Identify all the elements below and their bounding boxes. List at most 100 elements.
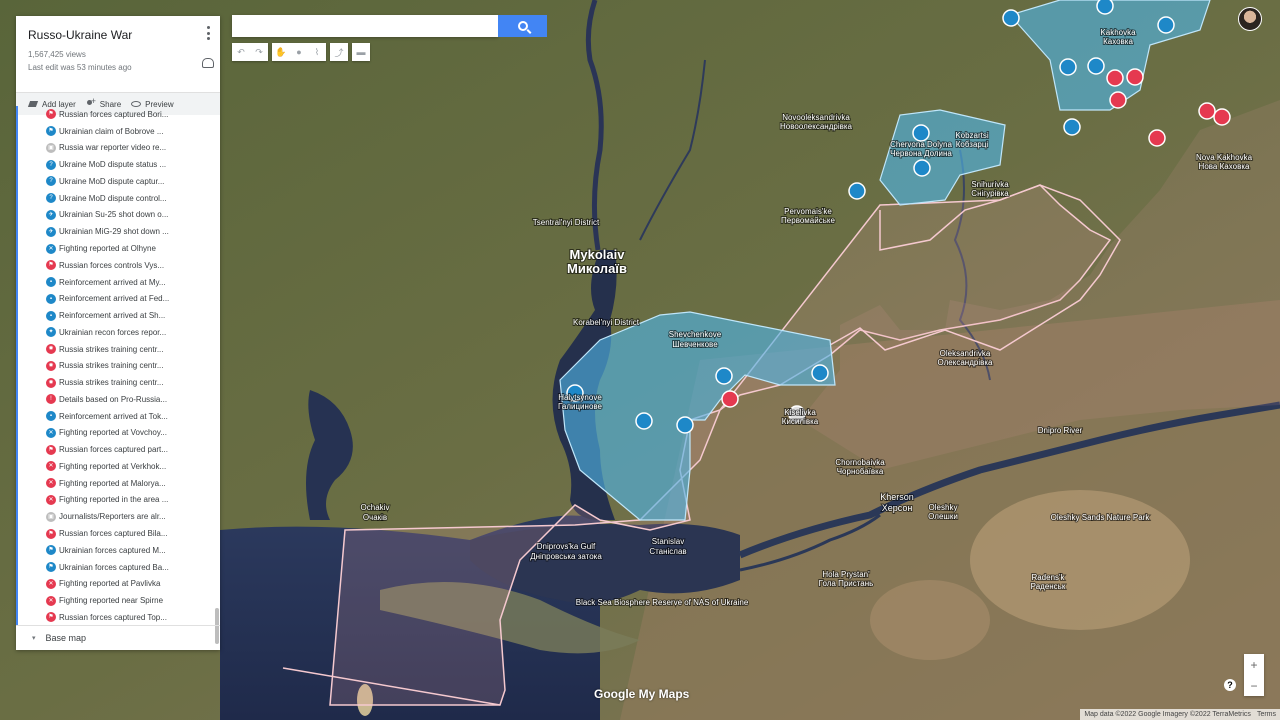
layer-item[interactable]: ✕ Fighting reported at Vovchoy...: [16, 425, 220, 442]
help-button[interactable]: ?: [1224, 679, 1236, 691]
question-icon: ?: [46, 159, 56, 170]
base-map-toggle[interactable]: ▾ Base map: [16, 625, 220, 650]
layer-item-label: Fighting reported at Malorya...: [59, 478, 166, 488]
base-map-label: Base map: [45, 633, 87, 643]
map-label: Kakhovka: [1100, 28, 1136, 37]
layer-item[interactable]: ? Ukraine MoD dispute captur...: [16, 173, 220, 190]
ukraine-marker[interactable]: [1002, 9, 1020, 27]
layer-item[interactable]: ? Ukraine MoD dispute control...: [16, 190, 220, 207]
layer-item[interactable]: ✕ Fighting reported at Verkhok...: [16, 458, 220, 475]
layer-item[interactable]: ▪ Reinforcement arrived at Tok...: [16, 408, 220, 425]
layer-item-label: Reinforcement arrived at Tok...: [59, 411, 168, 421]
russia-marker[interactable]: [1148, 129, 1166, 147]
search-input[interactable]: [232, 15, 498, 37]
layer-item-label: Ukrainian recon forces repor...: [59, 327, 167, 337]
flag-icon: ⚑: [46, 444, 56, 455]
map-label: Миколаїв: [567, 261, 627, 276]
layer-item[interactable]: ✕ Fighting reported near Spirne: [16, 592, 220, 609]
russia-marker[interactable]: [1106, 69, 1124, 87]
map-label: Shevchenkove: [669, 330, 722, 339]
layer-item[interactable]: ✸ Russia strikes training centr...: [16, 341, 220, 358]
swords-icon: ✕: [46, 461, 56, 472]
swords-icon: ✕: [46, 578, 56, 589]
map-label: Дніпровська затока: [530, 552, 602, 561]
map-label: Snihurivka: [971, 180, 1009, 189]
map-label: Radens'k: [1031, 573, 1065, 582]
avatar[interactable]: [1238, 7, 1262, 31]
layer-item[interactable]: ⚑ Russian forces captured Top...: [16, 609, 220, 626]
pan-hand-icon[interactable]: ✋: [272, 43, 290, 61]
layer-item[interactable]: ▣ Russia war reporter video re...: [16, 140, 220, 157]
layer-item[interactable]: ⚑ Ukrainian forces captured Ba...: [16, 559, 220, 576]
google-mymaps-logo: Google My Maps: [594, 687, 690, 701]
layer-list[interactable]: ⚑ Russian forces captured Bori... ⚑ Ukraini…: [16, 106, 220, 626]
zoom-out-button[interactable]: −: [1244, 675, 1264, 696]
layer-item[interactable]: ? Ukraine MoD dispute status ...: [16, 156, 220, 173]
flag-icon: ⚑: [46, 562, 56, 573]
map-attribution: Map data ©2022 Google Imagery ©2022 Terr…: [1080, 709, 1280, 720]
ukraine-marker[interactable]: [811, 364, 829, 382]
map-label: Hola Prystan': [822, 570, 870, 579]
layer-item[interactable]: ⚑ Russian forces controls Vys...: [16, 257, 220, 274]
draw-line-icon[interactable]: ⌇: [308, 43, 326, 61]
terms-link[interactable]: Terms: [1257, 711, 1276, 718]
search-button[interactable]: [498, 15, 547, 37]
redo-button[interactable]: ↷: [250, 43, 268, 61]
more-options-icon[interactable]: [204, 26, 212, 40]
layer-item[interactable]: ⚑ Russian forces captured part...: [16, 441, 220, 458]
ukraine-marker[interactable]: [1157, 16, 1175, 34]
russia-marker[interactable]: [721, 390, 739, 408]
layer-item[interactable]: ✸ Russia strikes training centr...: [16, 374, 220, 391]
russia-marker[interactable]: [1109, 91, 1127, 109]
directions-icon[interactable]: ⤴: [330, 43, 348, 61]
ukraine-marker[interactable]: [676, 416, 694, 434]
ukraine-marker[interactable]: [912, 124, 930, 142]
layer-item[interactable]: ✕ Fighting reported at Pavlivka: [16, 575, 220, 592]
layer-item[interactable]: ⚑ Ukrainian forces captured M...: [16, 542, 220, 559]
measure-ruler-icon[interactable]: ▬: [352, 43, 370, 61]
ukraine-marker[interactable]: [1087, 57, 1105, 75]
layer-item[interactable]: ✕ Fighting reported in the area ...: [16, 492, 220, 509]
russia-marker[interactable]: [1126, 68, 1144, 86]
layer-item-label: Ukraine MoD dispute captur...: [59, 176, 165, 186]
ukraine-marker[interactable]: [715, 367, 733, 385]
cloud-sync-icon[interactable]: [202, 58, 214, 68]
layer-item[interactable]: ▣ Journalists/Reporters are alr...: [16, 508, 220, 525]
layer-item[interactable]: ✸ Russia strikes training centr...: [16, 357, 220, 374]
ukraine-marker[interactable]: [1063, 118, 1081, 136]
ukraine-marker[interactable]: [913, 159, 931, 177]
ukraine-marker[interactable]: [635, 412, 653, 430]
ukraine-marker[interactable]: [1059, 58, 1077, 76]
layer-item-label: Ukrainian MiG-29 shot down ...: [59, 227, 169, 237]
russia-marker[interactable]: [1198, 102, 1216, 120]
layer-item[interactable]: ▪ Reinforcement arrived at Fed...: [16, 290, 220, 307]
add-marker-icon[interactable]: ●: [290, 43, 308, 61]
map-title[interactable]: Russo-Ukraine War: [28, 28, 208, 42]
layer-item[interactable]: ✦ Ukrainian recon forces repor...: [16, 324, 220, 341]
flag-icon: ⚑: [46, 126, 56, 137]
question-icon: ?: [46, 176, 56, 187]
toolbar-group-route: ⤴: [330, 43, 348, 61]
zoom-in-button[interactable]: +: [1244, 654, 1264, 675]
layer-item[interactable]: ✈ Ukrainian MiG-29 shot down ...: [16, 223, 220, 240]
undo-button[interactable]: ↶: [232, 43, 250, 61]
map-label: Галицинове: [558, 402, 603, 411]
layer-item[interactable]: ✈ Ukrainian Su-25 shot down o...: [16, 207, 220, 224]
layer-item[interactable]: ! Details based on Pro-Russia...: [16, 391, 220, 408]
ukraine-marker[interactable]: [1096, 0, 1114, 15]
layer-item-label: Russia strikes training centr...: [59, 378, 164, 388]
camera-icon: ▣: [46, 142, 56, 153]
layer-item[interactable]: ✕ Fighting reported at Olhyne: [16, 240, 220, 257]
russia-marker[interactable]: [1213, 108, 1231, 126]
layer-item[interactable]: ⚑ Ukrainian claim of Bobrove ...: [16, 123, 220, 140]
layer-item[interactable]: ▪ Reinforcement arrived at My...: [16, 274, 220, 291]
last-edit-status: Last edit was 53 minutes ago: [28, 63, 132, 72]
map-label: Ochakiv: [361, 503, 390, 512]
layer-item[interactable]: ✕ Fighting reported at Malorya...: [16, 475, 220, 492]
layer-item-label: Reinforcement arrived at Sh...: [59, 311, 166, 321]
layer-item[interactable]: ⚑ Russian forces captured Bori...: [16, 106, 220, 123]
layer-item[interactable]: ⚑ Russian forces captured Bila...: [16, 525, 220, 542]
map-label: Stanislav: [652, 537, 684, 546]
ukraine-marker[interactable]: [848, 182, 866, 200]
layer-item[interactable]: ▪ Reinforcement arrived at Sh...: [16, 307, 220, 324]
